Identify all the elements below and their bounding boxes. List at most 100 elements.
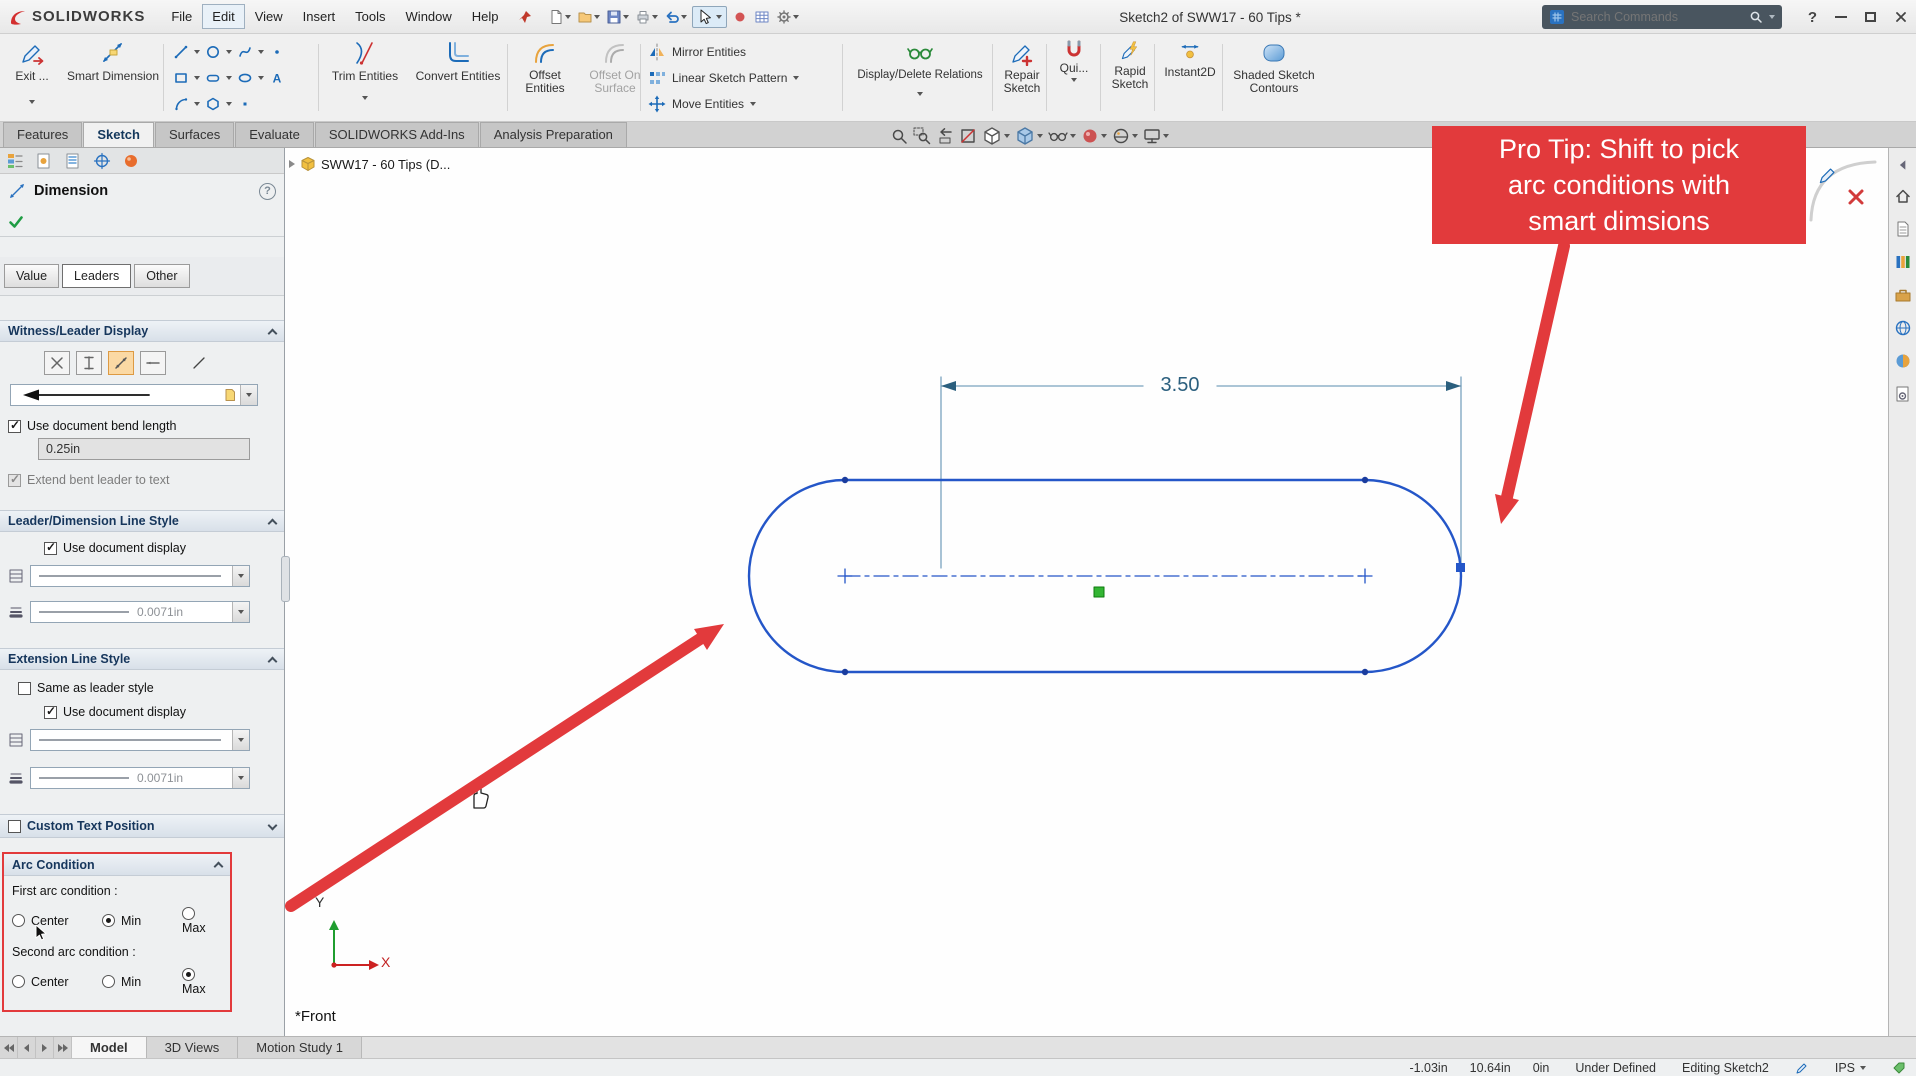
leader-line-thickness-dropdown[interactable]: 0.0071in	[30, 601, 250, 623]
dropdown-caret[interactable]	[681, 15, 687, 19]
options-button[interactable]	[775, 8, 800, 26]
propertymanager-icon[interactable]	[35, 152, 53, 170]
graphics-area[interactable]: SWW17 - 60 Tips (D... 3.50 Y X *Front	[285, 148, 1888, 1036]
pin-icon[interactable]	[517, 9, 533, 25]
3d-content-globe-icon[interactable]	[1894, 319, 1912, 337]
ext-line-style-dropdown[interactable]	[30, 729, 250, 751]
collapse-chevron-icon[interactable]	[268, 518, 278, 528]
tab-features[interactable]: Features	[3, 122, 82, 147]
tab-surfaces[interactable]: Surfaces	[155, 122, 234, 147]
instant2d-button[interactable]: Instant2D	[1158, 36, 1222, 120]
dropdown-caret[interactable]	[793, 76, 799, 80]
leader-line-style-dropdown[interactable]	[30, 565, 250, 587]
dropdown-caret[interactable]	[917, 92, 923, 96]
editing-status[interactable]: Editing Sketch2	[1682, 1061, 1769, 1075]
dropdown-caret[interactable]	[1163, 134, 1169, 138]
dropdown-caret[interactable]	[565, 15, 571, 19]
hide-show-items-button[interactable]	[1048, 126, 1076, 146]
dropdown-caret[interactable]	[793, 15, 799, 19]
confirm-sketch-icon[interactable]	[1817, 164, 1839, 186]
panel-splitter-handle[interactable]	[281, 556, 290, 602]
zoom-to-fit-button[interactable]	[890, 127, 908, 145]
search-input[interactable]	[1571, 10, 1743, 24]
collapse-chevron-icon[interactable]	[268, 328, 278, 338]
dropdown-caret[interactable]	[194, 76, 200, 80]
witness-both-toggle[interactable]	[44, 351, 70, 375]
dropdown-caret[interactable]	[194, 50, 200, 54]
pm-tab-leaders[interactable]: Leaders	[62, 264, 131, 288]
tab-scroll-next-button[interactable]	[36, 1037, 54, 1058]
help-button[interactable]: ?	[1808, 9, 1817, 26]
dropdown-caret[interactable]	[1070, 134, 1076, 138]
leader-use-doc-display-checkbox[interactable]	[44, 542, 57, 555]
custom-properties-icon[interactable]	[1894, 385, 1912, 403]
leader-use-doc-display-row[interactable]: Use document display	[0, 538, 284, 558]
dropdown-caret[interactable]	[194, 102, 200, 106]
circle-tool[interactable]	[202, 41, 224, 63]
apply-scene-button[interactable]	[1112, 127, 1138, 145]
open-button[interactable]	[576, 8, 601, 26]
ellipse-tool[interactable]	[234, 67, 256, 89]
convert-entities-button[interactable]: Convert Entities	[410, 36, 506, 120]
first-max-radio[interactable]: Max	[182, 907, 222, 935]
pm-tab-value[interactable]: Value	[4, 264, 59, 288]
tab-scroll-prev-button[interactable]	[18, 1037, 36, 1058]
dropdown-caret[interactable]	[1037, 134, 1043, 138]
rapid-sketch-button[interactable]: Rapid Sketch	[1104, 36, 1156, 120]
minimize-button[interactable]	[1835, 16, 1847, 18]
dropdown-caret[interactable]	[652, 15, 658, 19]
tree-expander-icon[interactable]	[289, 160, 295, 168]
arc-condition-section-header[interactable]: Arc Condition	[4, 854, 230, 876]
second-min-radio[interactable]: Min	[102, 975, 182, 989]
menu-edit[interactable]: Edit	[202, 4, 244, 29]
view-orientation-button[interactable]	[982, 126, 1010, 146]
new-document-button[interactable]	[547, 8, 572, 26]
previous-view-button[interactable]	[936, 127, 954, 145]
cancel-sketch-x-icon[interactable]	[1847, 188, 1865, 206]
maximize-button[interactable]	[1865, 12, 1876, 22]
display-style-button[interactable]	[1015, 126, 1043, 146]
dropdown-caret[interactable]	[362, 96, 368, 100]
dropdown-caret[interactable]	[226, 76, 232, 80]
line-tool[interactable]	[170, 41, 192, 63]
tab-analysis-preparation[interactable]: Analysis Preparation	[480, 122, 627, 147]
dimension-value-text[interactable]: 3.50	[1143, 374, 1217, 397]
second-max-radio[interactable]: Max	[182, 968, 222, 996]
rectangle-tool[interactable]	[170, 67, 192, 89]
search-icon[interactable]	[1749, 10, 1763, 24]
select-tool-button[interactable]	[692, 6, 727, 28]
use-doc-bend-length-checkbox[interactable]	[8, 420, 21, 433]
same-as-leader-row[interactable]: Same as leader style	[0, 678, 284, 698]
dimxpertmanager-icon[interactable]	[93, 152, 111, 170]
bend-length-field[interactable]	[38, 438, 250, 460]
second-center-radio[interactable]: Center	[12, 975, 102, 989]
tab-motion-study-1[interactable]: Motion Study 1	[238, 1037, 362, 1058]
tab-solidworks-add-ins[interactable]: SOLIDWORKS Add-Ins	[315, 122, 479, 147]
edit-appearance-button[interactable]	[1081, 127, 1107, 145]
witness-leader-section-header[interactable]: Witness/Leader Display	[0, 320, 284, 342]
dropdown-button[interactable]	[232, 768, 249, 788]
tab-model[interactable]: Model	[72, 1037, 147, 1058]
menu-view[interactable]: View	[245, 4, 293, 29]
feature-tree-flyout[interactable]: SWW17 - 60 Tips (D...	[289, 156, 450, 172]
undo-button[interactable]	[663, 8, 688, 26]
macro-record-button[interactable]	[731, 8, 749, 26]
point-tool[interactable]	[266, 41, 288, 63]
dropdown-caret[interactable]	[258, 76, 264, 80]
menu-help[interactable]: Help	[462, 4, 509, 29]
construction-point-tool[interactable]	[234, 93, 256, 115]
collapse-chevron-icon[interactable]	[268, 656, 278, 666]
dropdown-button[interactable]	[232, 602, 249, 622]
menu-tools[interactable]: Tools	[345, 4, 395, 29]
text-tool[interactable]: A	[266, 67, 288, 89]
close-icon[interactable]	[1894, 10, 1908, 24]
same-as-leader-checkbox[interactable]	[18, 682, 31, 695]
ext-use-doc-display-row[interactable]: Use document display	[0, 702, 284, 722]
custom-text-position-section-header[interactable]: Custom Text Position	[0, 814, 284, 838]
slot-tool[interactable]	[202, 67, 224, 89]
menu-insert[interactable]: Insert	[293, 4, 346, 29]
leader-slant-button[interactable]	[186, 351, 212, 375]
ext-use-doc-display-checkbox[interactable]	[44, 706, 57, 719]
dropdown-caret[interactable]	[258, 50, 264, 54]
linear-sketch-pattern-button[interactable]: Linear Sketch Pattern	[648, 65, 840, 91]
